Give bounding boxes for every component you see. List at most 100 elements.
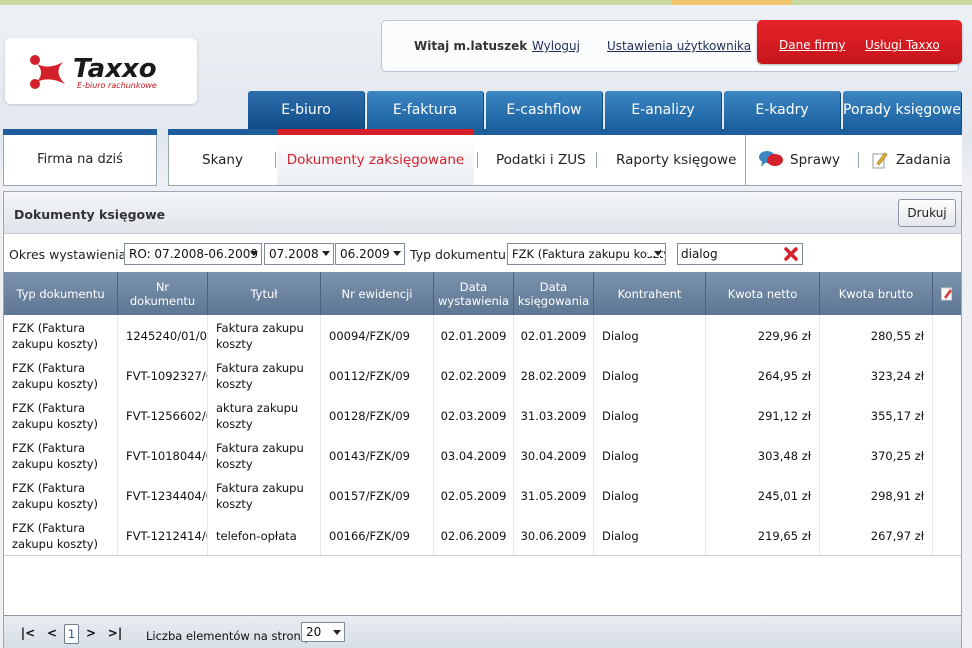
subnav-raporty-ksiegowe[interactable]: Raporty księgowe — [616, 135, 736, 185]
cell-data-wystawienia: 02.01.2009 — [434, 316, 514, 356]
period-from-value: 07.2008 — [269, 247, 319, 261]
cell-nr-dokumentu: FVT-1256602/03 — [118, 396, 208, 436]
tab-e-analizy[interactable]: E-analizy — [605, 91, 722, 129]
documents-panel: Dokumenty księgowe Drukuj Okres wystawie… — [3, 191, 962, 648]
cell-kwota-netto: 219,65 zł — [706, 516, 820, 556]
current-page-number[interactable]: 1 — [64, 624, 79, 644]
next-page-icon[interactable]: > — [83, 624, 99, 642]
doc-type-value: FZK (Faktura zakupu koszty) — [512, 247, 666, 261]
company-data-link[interactable]: Dane firmy — [779, 38, 845, 52]
cell-tytul: Faktura zakupu koszty — [208, 356, 321, 396]
cell-data-ksiegowania: 28.02.2009 — [514, 356, 594, 396]
user-settings-link[interactable]: Ustawienia użytkownika — [607, 39, 751, 53]
subnav-podatki-i-zus[interactable]: Podatki i ZUS — [496, 135, 586, 185]
cell-kwota-netto: 229,96 zł — [706, 316, 820, 356]
tab-e-kadry[interactable]: E-kadry — [724, 91, 841, 129]
cell-data-wystawienia: 02.05.2009 — [434, 476, 514, 516]
cell-nr-ewidencji: 00112/FZK/09 — [321, 356, 434, 396]
col-kwota-brutto[interactable]: Kwota brutto — [820, 272, 933, 315]
subnav-sprawy[interactable]: Sprawy — [790, 135, 840, 185]
tab-e-biuro[interactable]: E-biuro — [248, 91, 365, 129]
table-row[interactable]: FZK (Faktura zakupu koszty) 1245240/01/09… — [4, 316, 961, 356]
last-page-icon[interactable]: >| — [107, 624, 123, 642]
period-to-select[interactable]: 06.2009 — [335, 243, 405, 265]
tab-e-cashflow[interactable]: E-cashflow — [486, 91, 603, 129]
logout-link[interactable]: Wyloguj — [532, 39, 580, 53]
prev-page-icon[interactable]: < — [44, 624, 60, 642]
welcome-text: Witaj m.latuszek — [414, 39, 528, 53]
subnav-dokumenty-zaksiegowane[interactable]: Dokumenty zaksięgowane — [277, 135, 474, 185]
subnav-separator — [596, 152, 597, 168]
period-select[interactable]: RO: 07.2008-06.2009 — [124, 243, 262, 265]
subnav-skany[interactable]: Skany — [202, 135, 243, 185]
cell-edit — [933, 356, 961, 396]
cell-typ-dokumentu: FZK (Faktura zakupu koszty) — [4, 436, 118, 476]
chevron-down-icon — [654, 251, 662, 256]
clear-search-icon[interactable] — [783, 246, 799, 262]
subnav-right-group: Sprawy Zadania — [745, 135, 962, 185]
pagination-bar: |< < 1 > >| Liczba elementów na stronę: … — [4, 615, 961, 648]
col-kwota-netto[interactable]: Kwota netto — [706, 272, 820, 315]
pencil-note-icon — [872, 152, 888, 169]
doc-type-select[interactable]: FZK (Faktura zakupu koszty) — [507, 243, 666, 265]
col-data-wystawienia[interactable]: Data wystawienia — [434, 272, 514, 315]
table-row[interactable]: FZK (Faktura zakupu koszty)FVT-1018044/0… — [4, 436, 961, 476]
subnav-zadania[interactable]: Zadania — [896, 135, 951, 185]
chevron-down-icon — [333, 630, 341, 635]
brand-tagline: E-biuro rachunkowe — [77, 81, 157, 90]
cell-typ-dokumentu: FZK (Faktura zakupu koszty) — [4, 316, 118, 356]
first-page-icon[interactable]: |< — [20, 624, 36, 642]
taxxo-services-link[interactable]: Usługi Taxxo — [865, 38, 940, 52]
chevron-down-icon — [322, 251, 330, 256]
cell-nr-dokumentu: FVT-1212414/06 — [118, 516, 208, 556]
cell-data-ksiegowania: 31.03.2009 — [514, 396, 594, 436]
cell-kwota-netto: 291,12 zł — [706, 396, 820, 436]
table-row[interactable]: FZK (Faktura zakupu koszty)FVT-1256602/0… — [4, 396, 961, 436]
cell-kontrahent: Dialog — [594, 436, 706, 476]
panel-title: Dokumenty księgowe — [14, 207, 166, 222]
table-row[interactable]: FZK (Faktura zakupu koszty)FVT-1092327/0… — [4, 356, 961, 396]
cell-kwota-brutto: 370,25 zł — [820, 436, 933, 476]
col-kontrahent[interactable]: Kontrahent — [594, 272, 706, 315]
col-typ-dokumentu[interactable]: Typ dokumentu — [4, 272, 118, 315]
per-page-select[interactable]: 20 — [301, 622, 345, 642]
cell-kontrahent: Dialog — [594, 356, 706, 396]
tab-porady-ksiegowe[interactable]: Porady księgowe — [843, 91, 962, 129]
cell-edit — [933, 396, 961, 436]
cell-tytul: Faktura zakupu koszty — [208, 436, 321, 476]
tab-e-faktura[interactable]: E-faktura — [367, 91, 484, 129]
cell-kwota-netto: 264,95 zł — [706, 356, 820, 396]
search-input[interactable]: dialog — [677, 243, 803, 265]
cell-nr-dokumentu: FVT-1234404/05 — [118, 476, 208, 516]
cell-nr-ewidencji: 00094/FZK/09 — [321, 316, 434, 356]
cell-nr-ewidencji: 00128/FZK/09 — [321, 396, 434, 436]
period-to-value: 06.2009 — [340, 247, 390, 261]
cell-kwota-netto: 245,01 zł — [706, 476, 820, 516]
table-row[interactable]: FZK (Faktura zakupu koszty)FVT-1212414/0… — [4, 516, 961, 556]
taxxo-logo[interactable]: Taxxo E-biuro rachunkowe — [5, 38, 197, 104]
cell-nr-ewidencji: 00166/FZK/09 — [321, 516, 434, 556]
cell-data-ksiegowania: 31.05.2009 — [514, 476, 594, 516]
period-from-select[interactable]: 07.2008 — [264, 243, 334, 265]
col-nr-dokumentu[interactable]: Nr dokumentu — [118, 272, 208, 315]
subnav-firma-na-dzis[interactable]: Firma na dziś — [3, 135, 157, 186]
col-data-ksiegowania[interactable]: Data księgowania — [514, 272, 594, 315]
col-nr-ewidencji[interactable]: Nr ewidencji — [321, 272, 434, 315]
cell-nr-ewidencji: 00157/FZK/09 — [321, 476, 434, 516]
cell-kwota-brutto: 267,97 zł — [820, 516, 933, 556]
col-edit[interactable] — [933, 272, 961, 315]
print-button[interactable]: Drukuj — [898, 199, 956, 227]
cell-nr-ewidencji: 00143/FZK/09 — [321, 436, 434, 476]
table-row[interactable]: FZK (Faktura zakupu koszty)FVT-1234404/0… — [4, 476, 961, 516]
cell-nr-dokumentu: 1245240/01/09 — [118, 316, 208, 356]
chat-bubbles-icon — [759, 151, 783, 167]
cell-kwota-brutto: 355,17 zł — [820, 396, 933, 436]
col-tytul[interactable]: Tytuł — [208, 272, 321, 315]
chevron-down-icon — [393, 251, 401, 256]
filters-bar: Okres wystawienia: RO: 07.2008-06.2009 0… — [4, 235, 961, 270]
cell-tytul: aktura zakupu koszty — [208, 396, 321, 436]
cell-tytul: telefon-opłata — [208, 516, 321, 556]
top-strip — [0, 0, 972, 5]
cell-data-ksiegowania: 30.04.2009 — [514, 436, 594, 476]
chevron-down-icon — [250, 251, 258, 256]
